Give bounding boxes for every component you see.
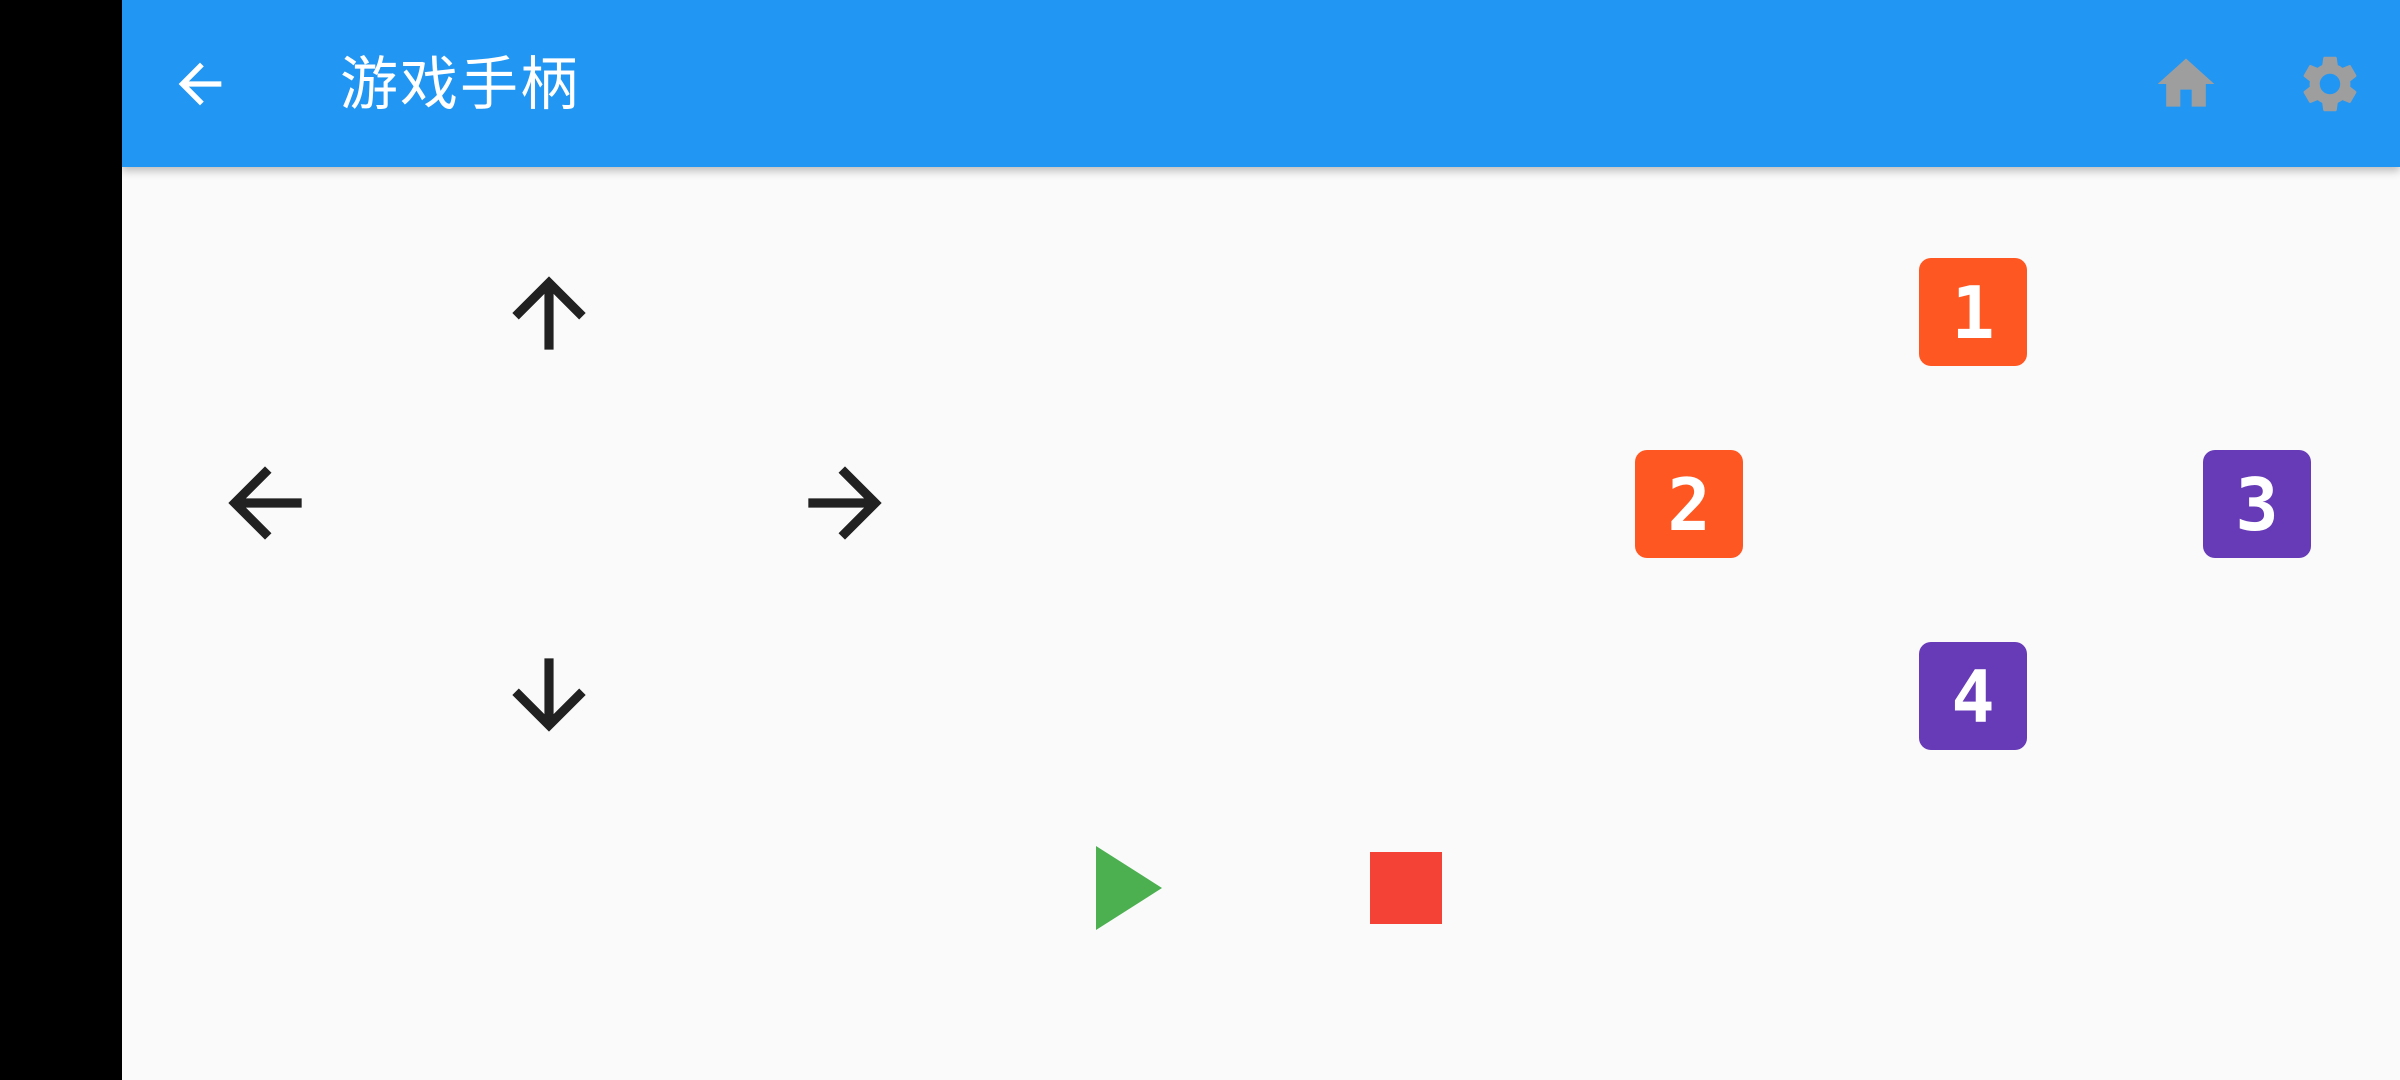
arrow-back-icon	[178, 62, 222, 106]
number-3-icon: 3	[2203, 450, 2311, 558]
svg-text:4: 4	[1951, 655, 1994, 739]
system-nav-area	[0, 0, 122, 1080]
svg-text:2: 2	[1667, 463, 1710, 547]
arrow-up-icon	[512, 276, 586, 350]
svg-text:3: 3	[2235, 463, 2278, 547]
stop-icon	[1370, 852, 1442, 924]
dpad-down-button[interactable]	[494, 640, 604, 750]
dpad-up-button[interactable]	[494, 258, 604, 368]
svg-text:1: 1	[1951, 271, 1994, 355]
action-button-4[interactable]: 4	[1919, 642, 2027, 750]
play-icon	[1096, 846, 1162, 930]
number-4-icon: 4	[1919, 642, 2027, 750]
arrow-left-icon	[228, 466, 302, 540]
app-screen: 游戏手柄 1 2 3 4	[122, 0, 2400, 1080]
number-1-icon: 1	[1919, 258, 2027, 366]
action-button-1[interactable]: 1	[1919, 258, 2027, 366]
play-button[interactable]	[1094, 840, 1174, 940]
arrow-right-icon	[808, 466, 882, 540]
dpad-left-button[interactable]	[210, 448, 320, 558]
stop-button[interactable]	[1368, 850, 1444, 926]
dpad-right-button[interactable]	[790, 448, 900, 558]
app-bar: 游戏手柄	[122, 0, 2400, 167]
gear-icon	[2303, 56, 2357, 112]
settings-button[interactable]	[2296, 50, 2364, 118]
number-2-icon: 2	[1635, 450, 1743, 558]
arrow-down-icon	[512, 658, 586, 732]
home-icon	[2157, 58, 2215, 107]
page-title: 游戏手柄	[340, 50, 581, 118]
back-button[interactable]	[168, 52, 232, 116]
action-button-2[interactable]: 2	[1635, 450, 1743, 558]
home-button[interactable]	[2152, 50, 2220, 118]
action-button-3[interactable]: 3	[2203, 450, 2311, 558]
